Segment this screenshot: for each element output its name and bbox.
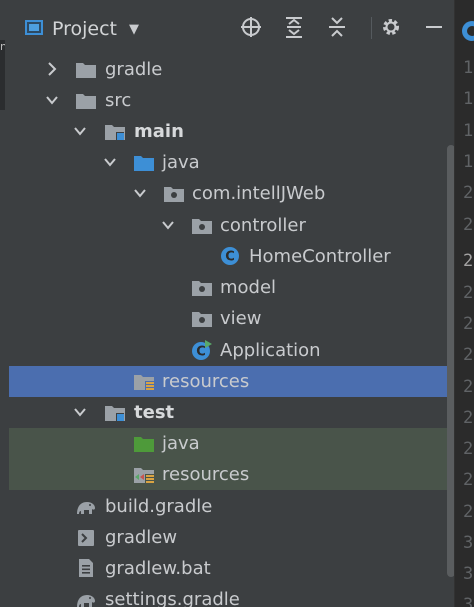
project-window-icon — [25, 20, 43, 35]
package-icon — [191, 310, 213, 328]
line-number: 3 — [463, 533, 474, 553]
test-root-folder-icon — [104, 404, 126, 422]
source-folder-icon — [133, 154, 155, 172]
tree-item-label: gradlew — [105, 527, 178, 548]
tree-item-label: com.intellJWeb — [192, 183, 326, 204]
tree-item-label: HomeController — [249, 246, 391, 267]
line-number: 2 — [463, 345, 474, 365]
tree-item-label: gradlew.bat — [105, 558, 211, 579]
collapse-all-icon[interactable] — [325, 15, 349, 41]
tree-item-test-resources[interactable]: resources — [9, 459, 454, 490]
text-file-icon — [78, 558, 94, 578]
tree-item-label: Application — [220, 340, 321, 361]
svg-text:C: C — [225, 250, 235, 265]
tree-item-label: resources — [162, 371, 250, 392]
chevron-down-icon[interactable] — [73, 403, 87, 421]
project-tool-window: Project ▼ gradle src main java com.intel… — [9, 0, 454, 607]
package-icon — [163, 185, 185, 203]
tree-item-model[interactable]: model — [9, 272, 454, 303]
tree-item-main-resources[interactable]: resources — [9, 366, 454, 397]
editor-tab-icon[interactable] — [455, 16, 474, 46]
spring-boot-class-icon: C — [191, 339, 213, 361]
tree-item-label: src — [105, 90, 132, 111]
tree-item-label: controller — [220, 215, 306, 236]
line-number: 2 — [463, 283, 474, 303]
line-number: 2 — [463, 215, 474, 235]
tree-item-label: build.gradle — [105, 496, 213, 517]
editor-line-number-gutter: 1 1 1 1 2 2 2 2 2 2 2 2 2 2 2 3 3 3 — [454, 0, 474, 607]
class-icon: C — [220, 246, 240, 266]
minimize-icon[interactable] — [422, 15, 446, 41]
resources-folder-icon — [133, 373, 155, 391]
line-number: 2 — [463, 251, 474, 271]
tree-item-homecontroller[interactable]: C HomeController — [9, 241, 454, 272]
tree-item-label: java — [162, 433, 200, 454]
line-number: 3 — [463, 595, 474, 607]
svg-text:C: C — [196, 345, 206, 360]
chevron-down-icon[interactable]: ▼ — [129, 22, 139, 37]
line-number: 2 — [463, 377, 474, 397]
chevron-down-icon[interactable] — [133, 184, 147, 202]
line-number: 1 — [463, 152, 474, 172]
tree-item-java[interactable]: java — [9, 147, 454, 178]
project-view-title[interactable]: Project — [52, 17, 117, 41]
tree-item-settings-gradle[interactable]: settings.gradle — [9, 584, 454, 607]
chevron-down-icon[interactable] — [73, 122, 87, 140]
tree-item-label: test — [134, 402, 175, 423]
toolbar-separator — [371, 17, 372, 39]
gear-icon[interactable] — [379, 15, 403, 41]
tool-window-header: Project ▼ — [9, 0, 454, 58]
tree-item-label: java — [162, 152, 200, 173]
line-number: 2 — [463, 408, 474, 428]
tree-item-gradlew-bat[interactable]: gradlew.bat — [9, 553, 454, 584]
tree-item-application[interactable]: C Application — [9, 335, 454, 366]
source-root-folder-icon — [104, 123, 126, 141]
line-number: 2 — [463, 314, 474, 334]
tree-item-label: main — [134, 121, 184, 142]
tree-item-view[interactable]: view — [9, 303, 454, 334]
package-icon — [191, 217, 213, 235]
line-number: 1 — [463, 121, 474, 141]
tree-item-src[interactable]: src — [9, 85, 454, 116]
line-number: 1 — [463, 89, 474, 109]
folder-icon — [75, 92, 97, 110]
tree-item-controller[interactable]: controller — [9, 210, 454, 241]
line-number: 2 — [463, 502, 474, 522]
tree-item-label: model — [220, 277, 277, 298]
chevron-down-icon[interactable] — [45, 91, 59, 109]
gradle-elephant-icon — [75, 498, 97, 516]
line-number: 2 — [463, 470, 474, 490]
chevron-down-icon[interactable] — [161, 216, 175, 234]
left-tool-strip: n — [0, 0, 9, 607]
tool-strip-label[interactable]: n — [0, 40, 5, 53]
chevron-right-icon[interactable] — [45, 60, 59, 78]
crosshair-icon[interactable] — [239, 15, 263, 41]
tree-item-label: gradle — [105, 59, 163, 80]
tree-item-package-root[interactable]: com.intellJWeb — [9, 178, 454, 209]
expand-all-icon[interactable] — [282, 15, 306, 41]
folder-icon — [75, 61, 97, 79]
tree-item-gradle[interactable]: gradle — [9, 54, 454, 85]
tree-item-build-gradle[interactable]: build.gradle — [9, 491, 454, 522]
shell-script-icon — [77, 529, 95, 547]
test-resources-folder-icon — [133, 466, 155, 484]
line-number: 1 — [463, 58, 474, 78]
tree-scrollbar[interactable] — [447, 145, 454, 577]
line-number: 2 — [463, 439, 474, 459]
line-number: 2 — [463, 183, 474, 203]
test-source-folder-icon — [133, 435, 155, 453]
tree-item-test[interactable]: test — [9, 397, 454, 428]
chevron-down-icon[interactable] — [103, 153, 117, 171]
tree-item-test-java[interactable]: java — [9, 428, 454, 459]
tree-item-main[interactable]: main — [9, 116, 454, 147]
line-number: 3 — [463, 564, 474, 584]
tree-item-gradlew[interactable]: gradlew — [9, 522, 454, 553]
tree-item-label: resources — [162, 464, 250, 485]
gradle-elephant-icon — [75, 591, 97, 607]
package-icon — [191, 279, 213, 297]
tree-item-label: settings.gradle — [105, 589, 240, 607]
tree-item-label: view — [220, 308, 262, 329]
